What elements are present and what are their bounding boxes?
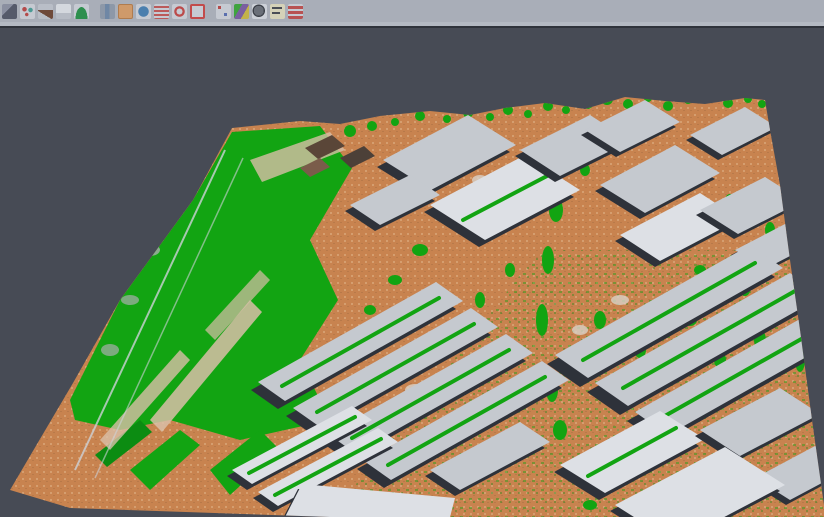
- plane-surface-icon[interactable]: [56, 4, 71, 19]
- image-frame-icon[interactable]: [216, 4, 231, 19]
- mountain-icon[interactable]: [38, 4, 53, 19]
- main-toolbar: [0, 0, 824, 22]
- classification-map-icon[interactable]: [234, 4, 249, 19]
- target-icon[interactable]: [172, 4, 187, 19]
- tin-surface-icon[interactable]: [74, 4, 89, 19]
- orthoimage-icon[interactable]: [118, 4, 133, 19]
- profile-icon[interactable]: [100, 4, 115, 19]
- terrain: [0, 28, 824, 517]
- measure-icon[interactable]: [288, 4, 303, 19]
- sphere-icon[interactable]: [252, 4, 267, 19]
- selection-box-icon[interactable]: [190, 4, 205, 19]
- red-layers-icon[interactable]: [154, 4, 169, 19]
- window-icon[interactable]: [2, 4, 17, 19]
- 3d-viewport[interactable]: [0, 28, 824, 517]
- point-cloud-scene: [0, 28, 824, 517]
- report-icon[interactable]: [270, 4, 285, 19]
- point-select-icon[interactable]: [20, 4, 35, 19]
- globe-icon[interactable]: [136, 4, 151, 19]
